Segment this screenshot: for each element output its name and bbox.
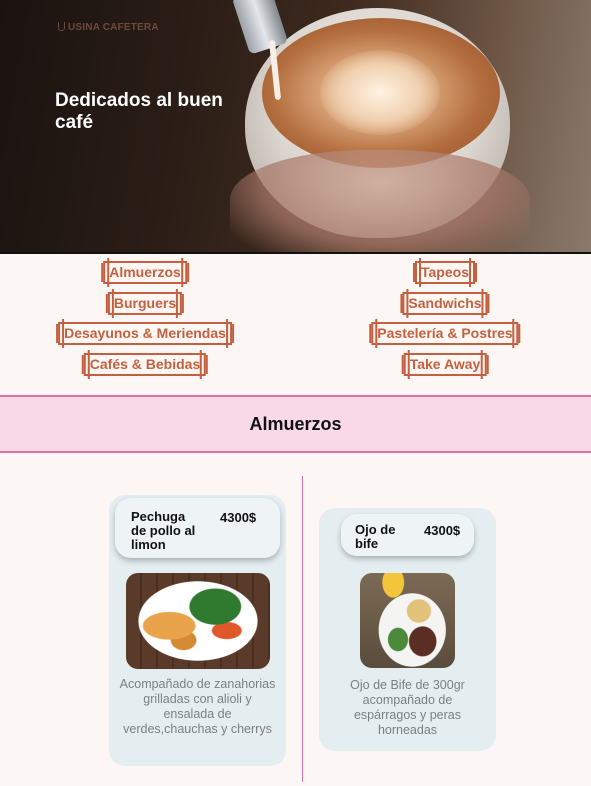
nav-sandwichs[interactable]: Sandwichs (402, 289, 488, 318)
item-description: Ojo de Bife de 300gr acompañado de espár… (350, 678, 465, 737)
column-divider (302, 476, 303, 782)
item-title-box: Ojo de bife 4300$ (341, 514, 474, 556)
hero-banner: USINA CAFETERA Dedicados al buen café (0, 0, 591, 254)
menu-item-card[interactable]: Pechuga de pollo al limon 4300$ Acompaña… (109, 495, 286, 766)
nav-tapeos[interactable]: Tapeos (415, 258, 475, 287)
item-name: Ojo de bife (355, 522, 396, 551)
nav-take-away[interactable]: Take Away (403, 350, 487, 379)
nav-desayunos-meriendas[interactable]: Desayunos & Meriendas (58, 319, 232, 348)
section-title: Almuerzos (0, 395, 591, 453)
item-price: 4300$ (424, 523, 461, 538)
item-title-box: Pechuga de pollo al limon 4300$ (115, 498, 280, 558)
menu-nav: Almuerzos Burguers Desayunos & Meriendas… (0, 254, 591, 395)
steak-plate-image (360, 573, 455, 668)
nav-cafes-bebidas[interactable]: Cafés & Bebidas (83, 350, 207, 379)
hero-title: Dedicados al buen café (55, 90, 223, 133)
item-name: Pechuga de pollo al limon (131, 509, 196, 552)
menu-item-card[interactable]: Ojo de bife 4300$ Ojo de Bife de 300gr a… (319, 508, 496, 751)
nav-almuerzos[interactable]: Almuerzos (103, 258, 187, 287)
brand-logo[interactable]: USINA CAFETERA (58, 22, 159, 33)
nav-pasteleria-postres[interactable]: Pastelería & Postres (371, 319, 519, 348)
cup-icon (58, 22, 65, 31)
nav-burguers[interactable]: Burguers (107, 289, 183, 318)
item-description: Acompañado de zanahorias grilladas con a… (119, 677, 276, 736)
item-price: 4300$ (220, 510, 257, 525)
chicken-salad-plate-image (126, 573, 270, 669)
